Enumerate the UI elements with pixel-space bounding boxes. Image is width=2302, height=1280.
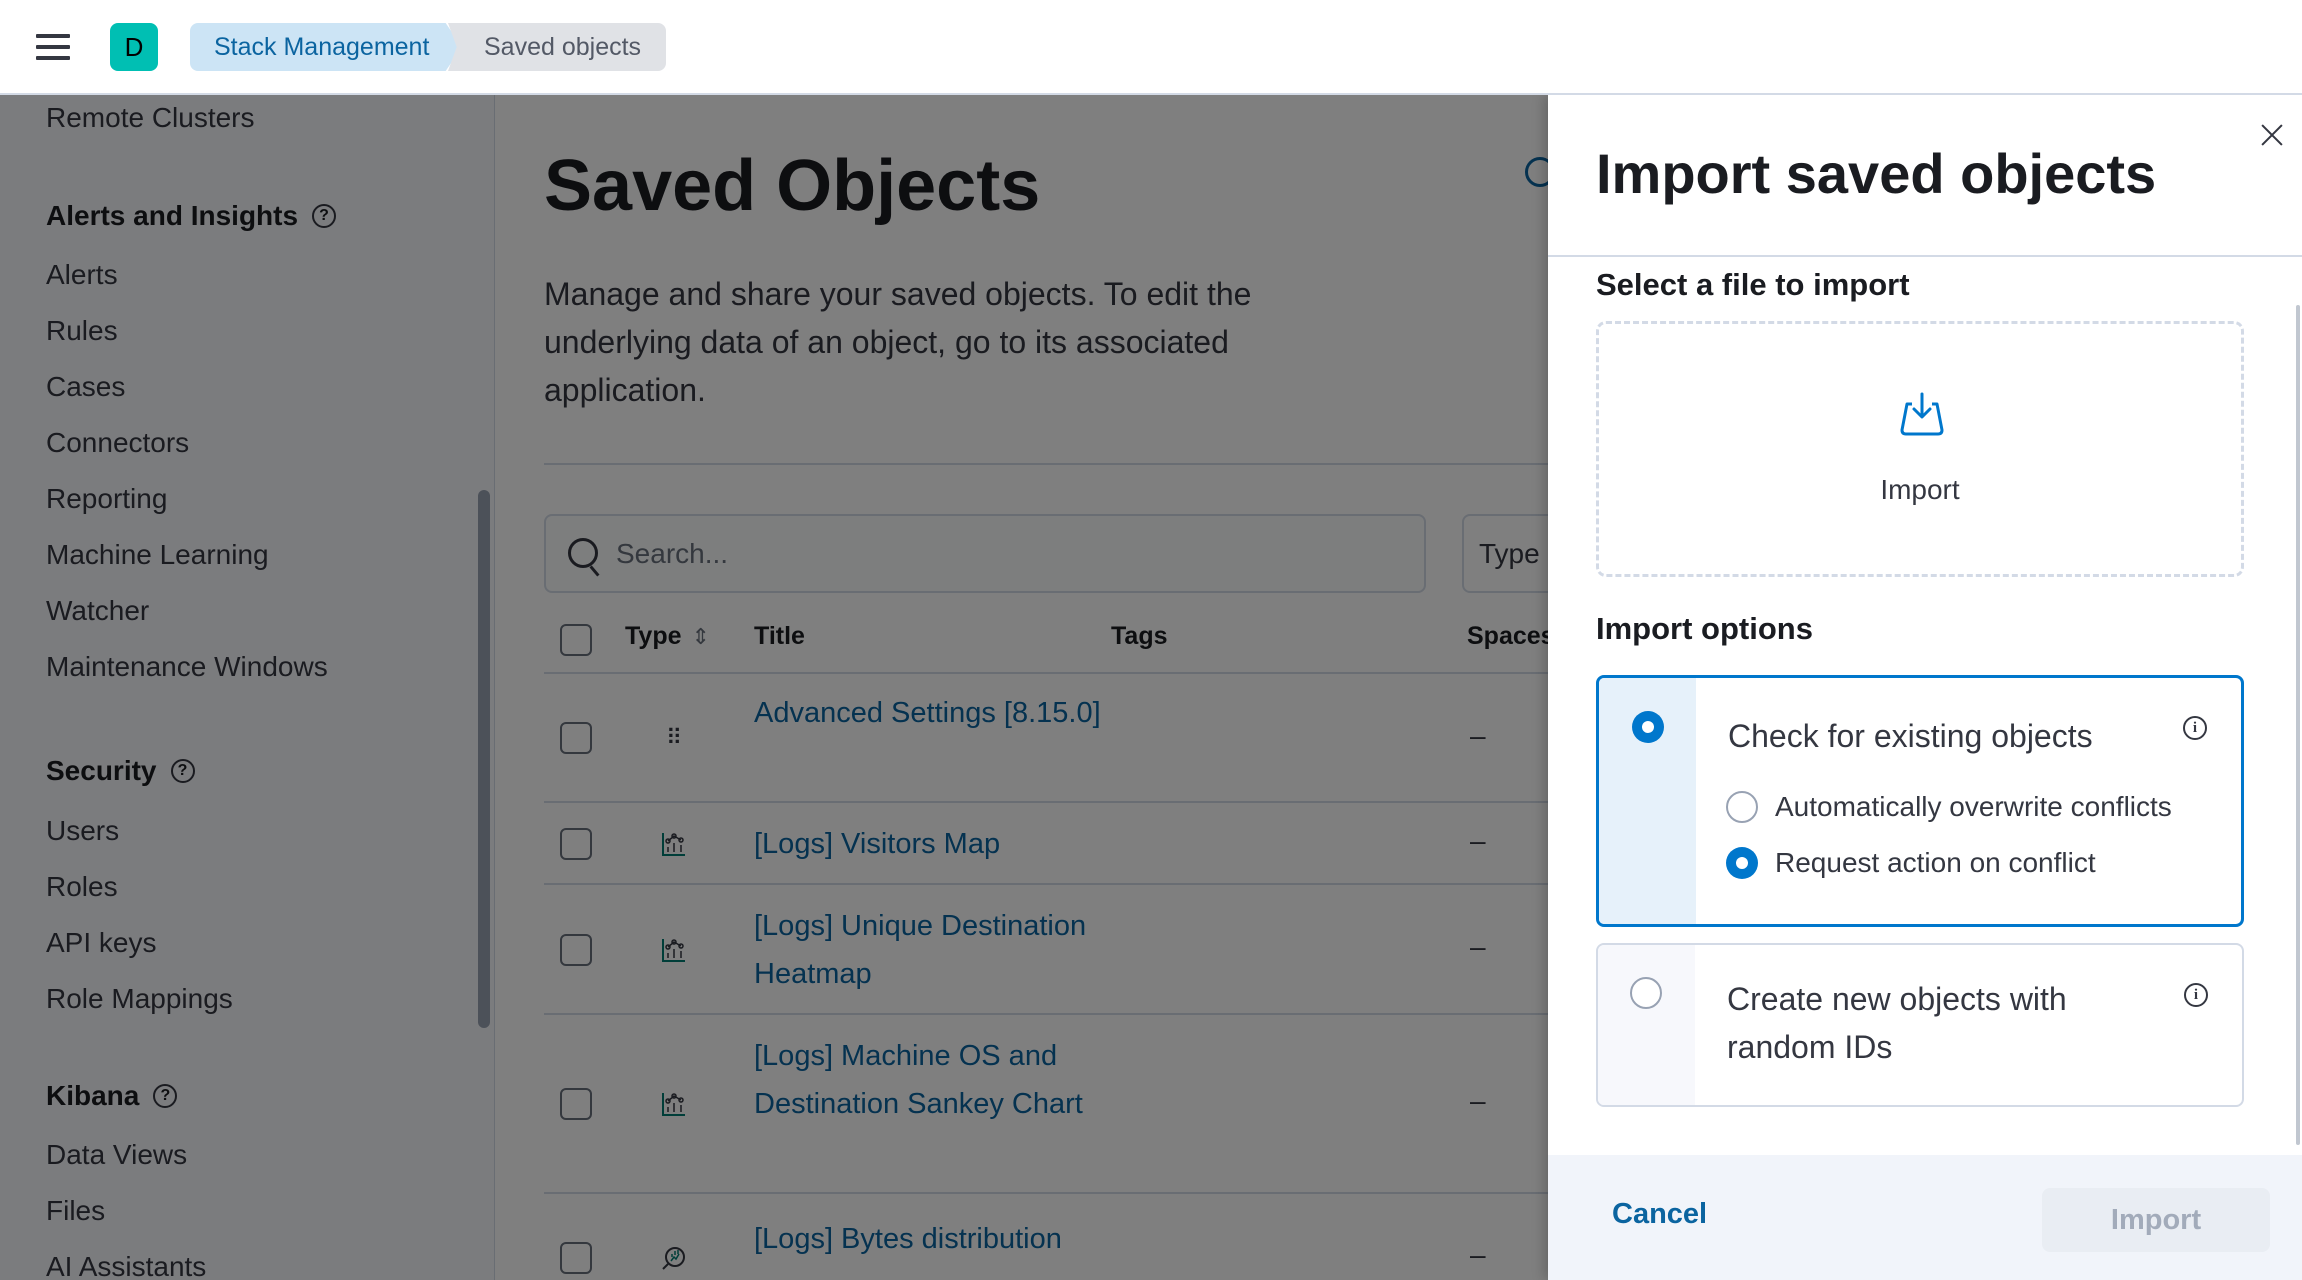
- file-dropzone[interactable]: Import: [1596, 321, 2244, 577]
- info-icon[interactable]: i: [2183, 716, 2207, 740]
- space-avatar[interactable]: D: [110, 23, 158, 71]
- radio-create-new[interactable]: [1630, 977, 1662, 1009]
- radio-check-existing[interactable]: [1632, 711, 1664, 743]
- option-check-existing[interactable]: Check for existing objects i Automatical…: [1596, 675, 2244, 927]
- option-label: Check for existing objects: [1728, 718, 2093, 754]
- import-button[interactable]: Import: [2042, 1188, 2270, 1252]
- close-icon[interactable]: [2258, 121, 2286, 149]
- select-file-title: Select a file to import: [1596, 267, 1910, 302]
- sub-option-label[interactable]: Automatically overwrite conflicts: [1775, 791, 2172, 823]
- dropzone-label: Import: [1880, 474, 1960, 505]
- flyout-title: Import saved objects: [1596, 142, 2157, 205]
- breadcrumb: Stack Management Saved objects: [190, 23, 666, 71]
- top-header: D Stack Management Saved objects: [0, 0, 2302, 95]
- radio-request-action[interactable]: [1726, 847, 1758, 879]
- sub-option-label[interactable]: Request action on conflict: [1775, 847, 2096, 879]
- menu-icon[interactable]: [36, 34, 70, 60]
- flyout-footer: Cancel Import: [1548, 1155, 2302, 1280]
- import-icon: [1900, 392, 1944, 436]
- radio-auto-overwrite[interactable]: [1726, 791, 1758, 823]
- option-side: [1598, 945, 1695, 1105]
- option-label: Create new objects with random IDs: [1727, 981, 2067, 1065]
- breadcrumb-stack-management[interactable]: Stack Management: [190, 23, 462, 71]
- breadcrumb-saved-objects: Saved objects: [448, 23, 666, 71]
- import-flyout: Import saved objects Select a file to im…: [1548, 95, 2302, 1280]
- cancel-button[interactable]: Cancel: [1612, 1198, 1707, 1231]
- import-options-title: Import options: [1596, 611, 1813, 646]
- option-create-new[interactable]: Create new objects with random IDs i: [1596, 943, 2244, 1107]
- flyout-divider: [1548, 255, 2302, 257]
- flyout-scrollbar[interactable]: [2296, 305, 2300, 1145]
- info-icon[interactable]: i: [2184, 983, 2208, 1007]
